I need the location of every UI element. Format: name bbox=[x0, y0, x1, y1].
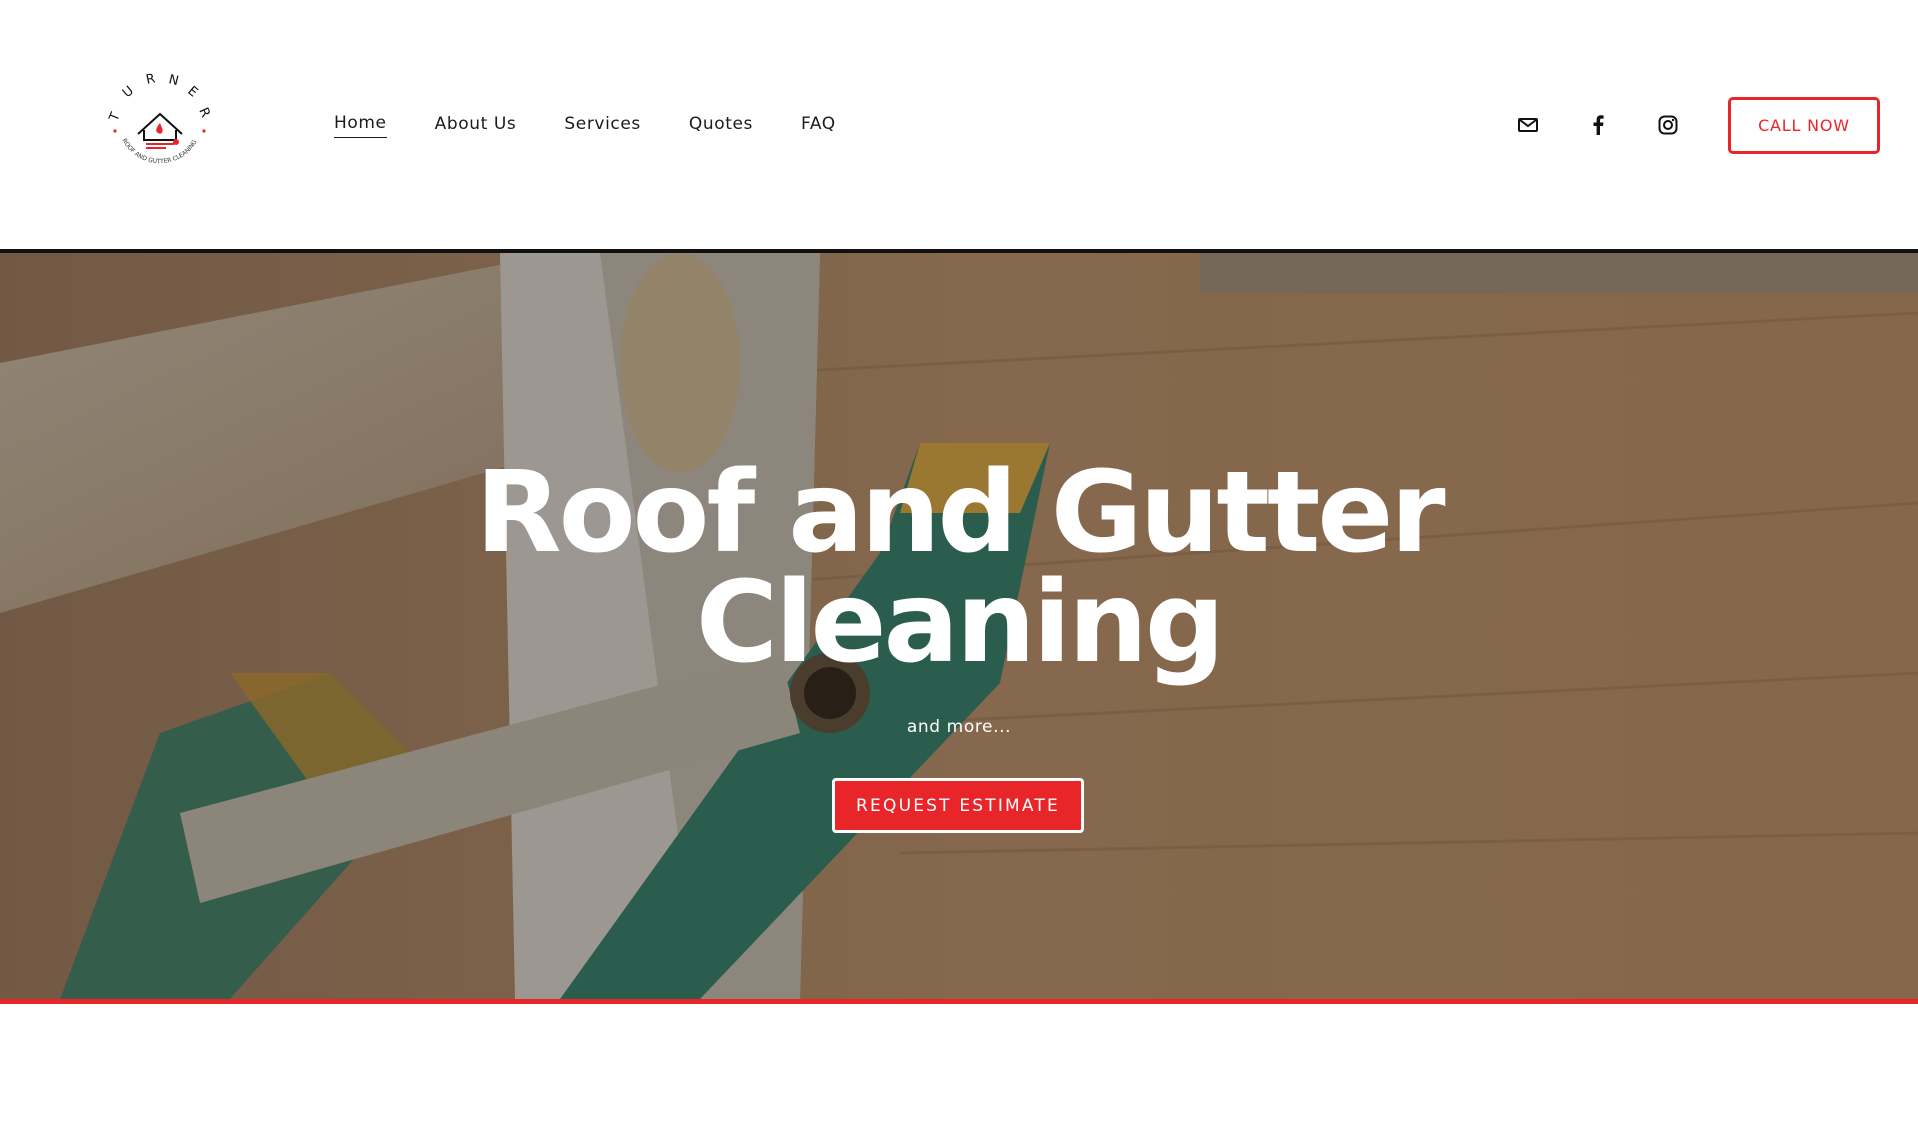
call-now-button[interactable]: CALL NOW bbox=[1728, 97, 1880, 154]
nav-faq[interactable]: FAQ bbox=[801, 110, 836, 138]
svg-text:R: R bbox=[195, 106, 212, 120]
nav-quotes[interactable]: Quotes bbox=[689, 110, 753, 138]
social-links bbox=[1515, 112, 1725, 138]
facebook-icon[interactable] bbox=[1585, 112, 1611, 138]
svg-text:U: U bbox=[120, 83, 137, 101]
svg-text:E: E bbox=[184, 84, 200, 101]
svg-text:ROOF AND GUTTER CLEANING: ROOF AND GUTTER CLEANING bbox=[121, 137, 199, 165]
hero-title: Roof and Gutter Cleaning bbox=[0, 457, 1918, 679]
mail-icon[interactable] bbox=[1515, 112, 1541, 138]
hero-section: Roof and Gutter Cleaning and more... REQ… bbox=[0, 253, 1918, 999]
svg-text:T: T bbox=[106, 110, 123, 124]
svg-text:R: R bbox=[145, 71, 157, 88]
hero-subtitle: and more... bbox=[906, 717, 1012, 737]
request-estimate-button[interactable]: REQUEST ESTIMATE bbox=[832, 778, 1084, 833]
site-header: T U R N E R ROOF AND GUTTER CLEANING Hom bbox=[0, 0, 1918, 250]
nav-about-us[interactable]: About Us bbox=[435, 110, 517, 138]
hero-title-line-2: Cleaning bbox=[695, 558, 1225, 688]
instagram-icon[interactable] bbox=[1655, 112, 1681, 138]
main-nav: Home About Us Services Quotes FAQ bbox=[334, 110, 884, 138]
nav-services[interactable]: Services bbox=[564, 110, 641, 138]
hero-bottom-divider bbox=[0, 999, 1918, 1004]
turner-logo[interactable]: T U R N E R ROOF AND GUTTER CLEANING bbox=[100, 62, 220, 182]
nav-home[interactable]: Home bbox=[334, 110, 387, 138]
svg-text:N: N bbox=[167, 72, 180, 89]
